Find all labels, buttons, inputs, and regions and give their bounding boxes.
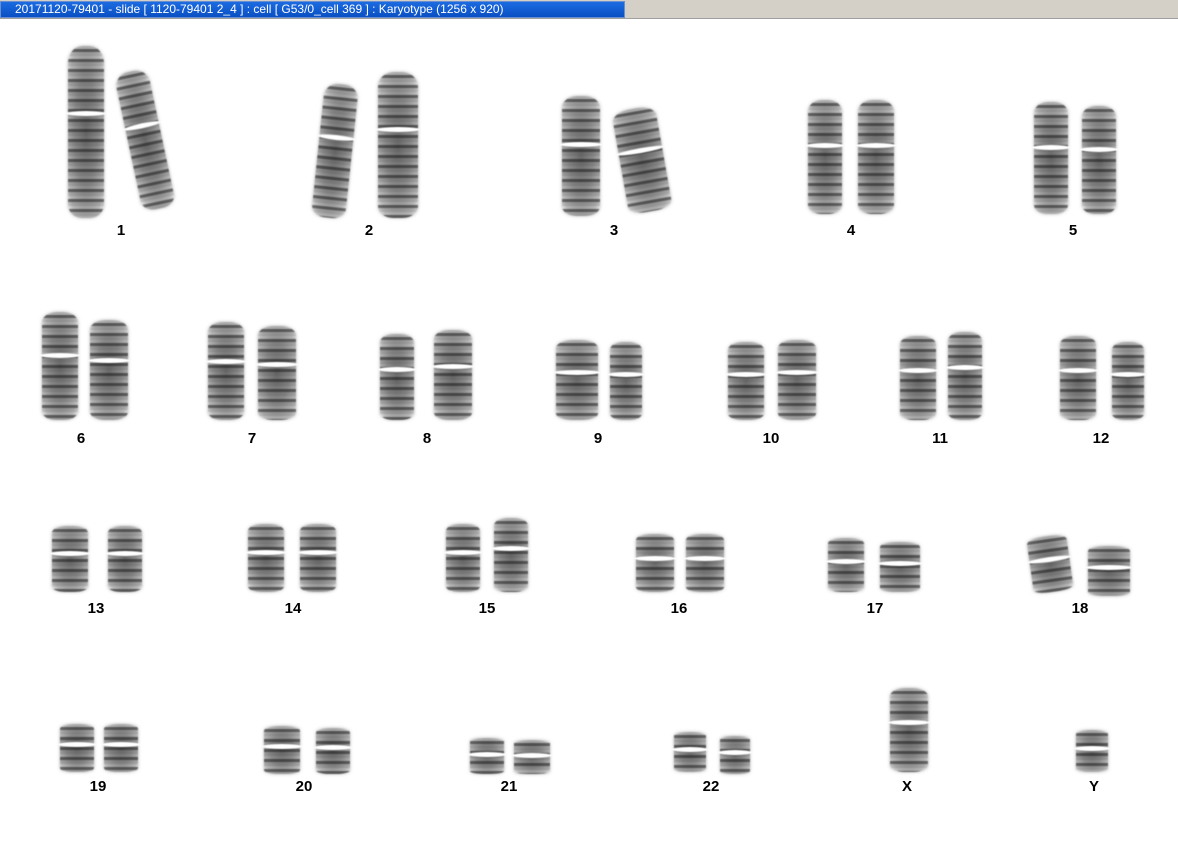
chromosome-label: 8 bbox=[422, 430, 432, 447]
window-title-bar: 20171120-79401 - slide [ 1120-79401 2_4 … bbox=[0, 0, 1178, 19]
chromosome-15a bbox=[444, 524, 482, 592]
chromosome-label: 17 bbox=[866, 600, 884, 617]
chromosome-label: X bbox=[901, 778, 912, 795]
chromosome-14b bbox=[298, 524, 338, 592]
chromosome-label: 13 bbox=[87, 600, 105, 617]
chromosome-xa bbox=[888, 688, 930, 772]
chromosome-8a bbox=[378, 334, 416, 420]
chromosome-1b bbox=[113, 67, 177, 213]
chromosome-label: 15 bbox=[478, 600, 496, 617]
chromosome-2b bbox=[376, 72, 420, 218]
chromosome-label: 7 bbox=[247, 430, 257, 447]
chromosome-22a bbox=[672, 732, 708, 772]
chromosome-20a bbox=[262, 726, 302, 774]
chromosome-11b bbox=[946, 332, 984, 420]
chromosome-label: 19 bbox=[89, 778, 107, 795]
chromosome-7b bbox=[256, 326, 298, 420]
chromosome-label: 12 bbox=[1092, 430, 1110, 447]
chromosome-17b bbox=[878, 542, 922, 592]
chromosome-15b bbox=[492, 518, 530, 592]
chromosome-label: 20 bbox=[295, 778, 313, 795]
chromosome-label: 21 bbox=[500, 778, 518, 795]
chromosome-8b bbox=[432, 330, 474, 420]
chromosome-label: Y bbox=[1088, 778, 1099, 795]
karyotype-canvas: 1 2 3 4 5 6 7 8 9 10 11 12 13 14 15 16 1… bbox=[0, 20, 1178, 852]
chromosome-7a bbox=[206, 322, 246, 420]
chromosome-label: 5 bbox=[1068, 222, 1078, 239]
chromosome-21b bbox=[512, 740, 552, 774]
chromosome-19a bbox=[58, 724, 96, 772]
chromosome-label: 16 bbox=[670, 600, 688, 617]
chromosome-21a bbox=[468, 738, 506, 774]
chromosome-13b bbox=[106, 526, 144, 592]
chromosome-10b bbox=[776, 340, 818, 420]
chromosome-label: 11 bbox=[932, 430, 948, 447]
chromosome-12a bbox=[1058, 336, 1098, 420]
chromosome-17a bbox=[826, 538, 866, 592]
chromosome-ya bbox=[1074, 730, 1110, 772]
chromosome-20b bbox=[314, 728, 352, 774]
chromosome-18b bbox=[1086, 546, 1132, 596]
chromosome-label: 18 bbox=[1071, 600, 1089, 617]
chromosome-label: 6 bbox=[76, 430, 86, 447]
chromosome-14a bbox=[246, 524, 286, 592]
chromosome-18a bbox=[1026, 533, 1074, 595]
chromosome-label: 22 bbox=[702, 778, 720, 795]
chromosome-2a bbox=[311, 82, 359, 220]
chromosome-13a bbox=[50, 526, 90, 592]
chromosome-19b bbox=[102, 724, 140, 772]
chromosome-5a bbox=[1032, 102, 1070, 214]
chromosome-22b bbox=[718, 736, 752, 774]
chromosome-3a bbox=[560, 96, 602, 216]
chromosome-label: 14 bbox=[284, 600, 302, 617]
chromosome-label: 2 bbox=[364, 222, 374, 239]
chromosome-6b bbox=[88, 320, 130, 420]
chromosome-6a bbox=[40, 312, 80, 420]
chromosome-label: 3 bbox=[609, 222, 619, 239]
chromosome-label: 1 bbox=[116, 222, 126, 239]
chromosome-16b bbox=[684, 534, 726, 592]
chromosome-4b bbox=[856, 100, 896, 214]
chromosome-9b bbox=[608, 342, 644, 420]
chromosome-4a bbox=[806, 100, 844, 214]
chromosome-5b bbox=[1080, 106, 1118, 214]
chromosome-label: 10 bbox=[762, 430, 780, 447]
chromosome-12b bbox=[1110, 342, 1146, 420]
chromosome-label: 9 bbox=[593, 430, 603, 447]
chromosome-1a bbox=[66, 46, 106, 218]
chromosome-3b bbox=[611, 104, 673, 216]
chromosome-label: 4 bbox=[846, 222, 856, 239]
chromosome-10a bbox=[726, 342, 766, 420]
chromosome-11a bbox=[898, 336, 938, 420]
window-title[interactable]: 20171120-79401 - slide [ 1120-79401 2_4 … bbox=[0, 1, 625, 18]
chromosome-9a bbox=[554, 340, 600, 420]
chromosome-16a bbox=[634, 534, 676, 592]
